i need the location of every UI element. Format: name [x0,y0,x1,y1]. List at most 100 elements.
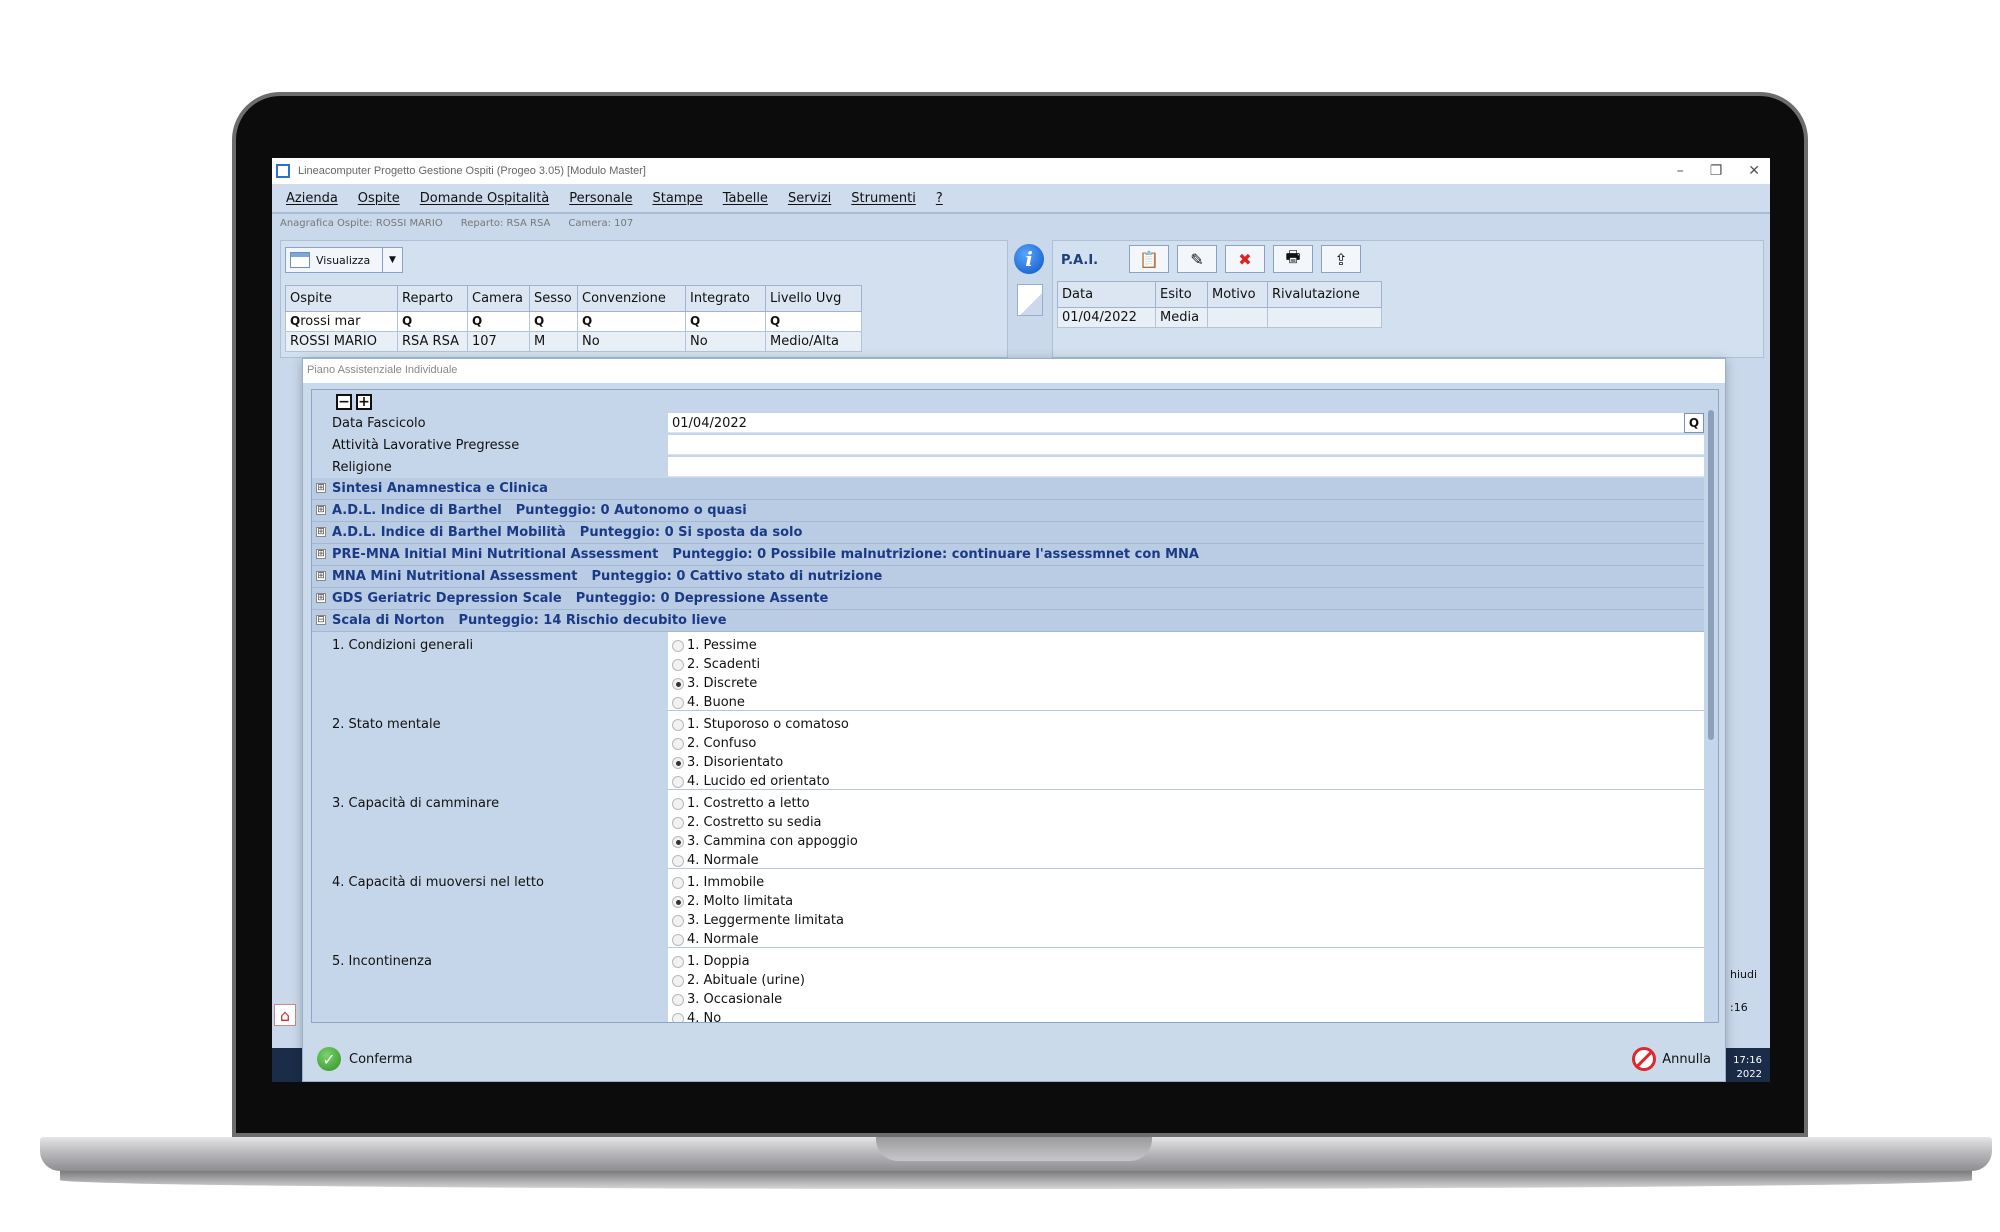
print-icon[interactable]: 🖶 [1273,245,1313,273]
radio-option[interactable]: 2. Confuso [668,734,1704,753]
radio-button[interactable] [672,876,684,889]
collapse-icon[interactable]: ⊟ [316,615,326,625]
info-icon[interactable]: i [1014,244,1044,274]
menu-stampe[interactable]: Stampe [652,191,702,206]
radio-option[interactable]: 1. Doppia [668,952,1704,971]
collapse-all-icon[interactable]: − [336,394,352,410]
radio-option[interactable]: 1. Stuporoso o comatoso [668,715,1704,734]
radio-button[interactable] [672,775,684,788]
menu-servizi[interactable]: Servizi [788,191,831,206]
chevron-down-icon[interactable]: ▼ [382,248,402,272]
search-icon[interactable]: Q [1684,413,1704,433]
radio-button[interactable] [672,1012,684,1022]
menu-help[interactable]: ? [936,191,943,206]
cell[interactable]: 107 [467,331,530,352]
menu-tabelle[interactable]: Tabelle [723,191,768,206]
col-header[interactable]: Sesso [529,285,578,312]
filter-cell[interactable]: Q [397,311,468,332]
menu-ospite[interactable]: Ospite [358,191,400,206]
cancel-button[interactable]: Annulla [1632,1047,1711,1071]
radio-option[interactable]: 2. Scadenti [668,655,1704,674]
radio-option[interactable]: 2. Costretto su sedia [668,813,1704,832]
radio-button[interactable] [672,658,684,671]
radio-button[interactable] [672,914,684,927]
cell[interactable] [1267,307,1382,328]
expand-all-icon[interactable]: + [356,394,372,410]
radio-button[interactable] [672,737,684,750]
home-icon[interactable]: ⌂ [274,1004,296,1026]
group-scala-norton[interactable]: ⊟ Scala di Norton Punteggio: 14 Rischio d… [312,610,1704,632]
radio-option[interactable]: 2. Molto limitata [668,892,1704,911]
col-header[interactable]: Rivalutazione [1267,281,1382,308]
radio-button[interactable] [672,756,684,769]
close-button[interactable]: ✕ [1748,163,1760,179]
add-icon[interactable]: 📋 [1129,245,1169,273]
radio-button[interactable] [672,677,684,690]
col-header[interactable]: Motivo [1207,281,1268,308]
minimize-button[interactable]: – [1677,163,1684,179]
col-header[interactable]: Camera [467,285,530,312]
col-header[interactable]: Esito [1155,281,1208,308]
cell[interactable] [1207,307,1268,328]
edit-icon[interactable]: ✎ [1177,245,1217,273]
radio-button[interactable] [672,718,684,731]
cell[interactable]: 01/04/2022 [1057,307,1156,328]
cell[interactable]: ROSSI MARIO [285,331,398,352]
table-row[interactable]: 01/04/2022 Media [1057,307,1382,328]
cell[interactable]: Medio/Alta [765,331,862,352]
radio-button[interactable] [672,993,684,1006]
cell[interactable]: M [529,331,578,352]
expand-icon[interactable]: ⊞ [316,549,326,559]
document-icon[interactable] [1017,284,1043,316]
group-sintesi-anamnestica[interactable]: ⊞ Sintesi Anamnestica e Clinica [312,478,1704,500]
attivita-lavorative-input[interactable] [668,435,1704,455]
radio-option[interactable]: 4. Lucido ed orientato [668,772,1704,791]
expand-icon[interactable]: ⊞ [316,505,326,515]
export-icon[interactable]: ⇪ [1321,245,1361,273]
radio-button[interactable] [672,835,684,848]
filter-cell[interactable]: Q [529,311,578,332]
col-header[interactable]: Reparto [397,285,468,312]
col-header[interactable]: Integrato [685,285,766,312]
radio-option[interactable]: 3. Leggermente limitata [668,911,1704,930]
confirm-button[interactable]: ✓ Conferma [317,1047,413,1071]
radio-option[interactable]: 4. Normale [668,851,1704,870]
radio-button[interactable] [672,816,684,829]
group-mna[interactable]: ⊞ MNA Mini Nutritional Assessment Puntegg… [312,566,1704,588]
radio-option[interactable]: 2. Abituale (urine) [668,971,1704,990]
col-header[interactable]: Ospite [285,285,398,312]
filter-cell[interactable]: Q [765,311,862,332]
group-adl-barthel-mobilita[interactable]: ⊞ A.D.L. Indice di Barthel Mobilità Punte… [312,522,1704,544]
data-fascicolo-input[interactable]: 01/04/2022 Q [668,413,1704,433]
view-button[interactable]: Visualizza ▼ [285,247,403,273]
col-header[interactable]: Data [1057,281,1156,308]
group-gds[interactable]: ⊞ GDS Geriatric Depression Scale Punteggi… [312,588,1704,610]
radio-option[interactable]: 3. Occasionale [668,990,1704,1009]
col-header[interactable]: Convenzione [577,285,686,312]
menu-domande-ospitalita[interactable]: Domande Ospitalità [420,191,549,206]
radio-button[interactable] [672,933,684,946]
radio-option[interactable]: 1. Pessime [668,636,1704,655]
radio-option[interactable]: 4. No [668,1009,1704,1022]
radio-option[interactable]: 3. Disorientato [668,753,1704,772]
filter-cell[interactable]: Q [685,311,766,332]
filter-cell[interactable]: Qrossi mar [285,311,398,332]
group-pre-mna[interactable]: ⊞ PRE-MNA Initial Mini Nutritional Asses… [312,544,1704,566]
cell[interactable]: Media [1155,307,1208,328]
menu-personale[interactable]: Personale [569,191,632,206]
expand-icon[interactable]: ⊞ [316,483,326,493]
radio-button[interactable] [672,955,684,968]
cell[interactable]: No [577,331,686,352]
radio-option[interactable]: 3. Discrete [668,674,1704,693]
filter-cell[interactable]: Q [577,311,686,332]
table-row[interactable]: ROSSI MARIO RSA RSA 107 M No No Medio/Al… [285,331,862,352]
maximize-button[interactable]: ❐ [1710,163,1723,179]
filter-cell[interactable]: Q [467,311,530,332]
radio-option[interactable]: 1. Costretto a letto [668,794,1704,813]
radio-option[interactable]: 4. Buone [668,693,1704,712]
group-adl-barthel[interactable]: ⊞ A.D.L. Indice di Barthel Punteggio: 0 A… [312,500,1704,522]
radio-button[interactable] [672,895,684,908]
radio-option[interactable]: 4. Normale [668,930,1704,949]
cell[interactable]: No [685,331,766,352]
religione-input[interactable] [668,457,1704,477]
